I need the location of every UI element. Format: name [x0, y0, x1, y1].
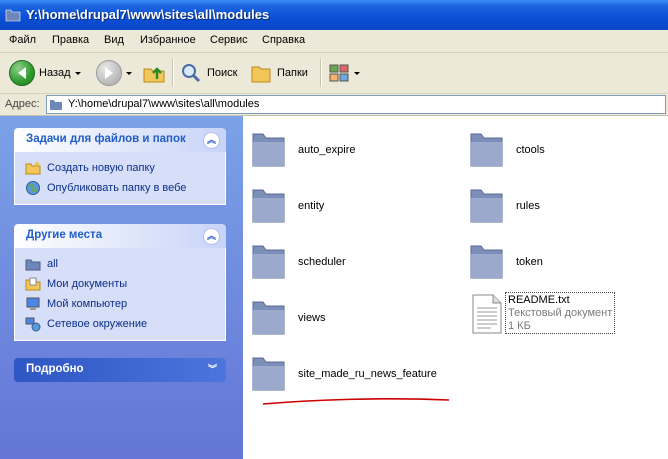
file-size: 1 КБ	[508, 320, 531, 332]
folder-icon	[252, 133, 285, 167]
address-field[interactable]: Y:\home\drupal7\www\sites\all\modules	[46, 95, 666, 114]
title-bar: Y:\home\drupal7\www\sites\all\modules	[0, 0, 668, 30]
folder-icon	[50, 100, 62, 110]
up-folder-button[interactable]	[142, 59, 166, 87]
folder-icon	[252, 357, 285, 391]
file-item-readme[interactable]: README.txt Текстовый документ 1 КБ	[461, 292, 661, 340]
folder-icon	[252, 189, 285, 223]
places-panel: Другие места ︽ all Мои документы Мой ком…	[14, 224, 226, 341]
collapse-icon[interactable]: ︽	[203, 228, 220, 245]
folder-name: site_made_ru_news_feature	[298, 368, 437, 380]
details-panel-header[interactable]: Подробно ︾	[14, 358, 226, 382]
back-label: Назад	[39, 67, 71, 79]
network-icon	[25, 317, 41, 332]
task-pane: Задачи для файлов и папок ︽ Создать нову…	[0, 116, 243, 459]
place-my-documents[interactable]: Мои документы	[25, 274, 225, 294]
address-value: Y:\home\drupal7\www\sites\all\modules	[68, 98, 260, 110]
forward-dropdown-icon[interactable]	[126, 71, 132, 75]
collapse-icon[interactable]: ︽	[203, 132, 220, 149]
place-all[interactable]: all	[25, 254, 225, 274]
folder-item[interactable]: ctools	[461, 122, 661, 170]
task-new-folder[interactable]: Создать новую папку	[25, 158, 225, 178]
folder-item[interactable]: rules	[461, 178, 661, 226]
folder-name: ctools	[516, 144, 545, 156]
menu-bar: Файл Правка Вид Избранное Сервис Справка	[0, 30, 668, 53]
up-folder-icon	[143, 67, 165, 83]
folder-icon	[470, 245, 503, 279]
folder-item[interactable]: views	[243, 290, 443, 338]
publish-web-icon	[26, 181, 40, 195]
folder-item[interactable]: scheduler	[243, 234, 443, 282]
menu-edit[interactable]: Правка	[52, 34, 89, 46]
folder-icon	[470, 189, 503, 223]
menu-favorites[interactable]: Избранное	[140, 34, 196, 46]
window-title: Y:\home\drupal7\www\sites\all\modules	[26, 7, 270, 22]
views-dropdown-icon[interactable]	[354, 71, 360, 75]
file-type: Текстовый документ	[508, 307, 613, 319]
details-panel: Подробно ︾	[14, 358, 226, 382]
task-new-folder-label: Создать новую папку	[47, 162, 155, 174]
folders-button[interactable]: Папки	[250, 59, 308, 87]
place-my-documents-label: Мои документы	[47, 278, 128, 290]
folder-name: token	[516, 256, 543, 268]
places-panel-title: Другие места	[26, 229, 103, 241]
places-panel-header[interactable]: Другие места ︽	[14, 224, 226, 248]
folder-item[interactable]: entity	[243, 178, 443, 226]
back-arrow-icon	[9, 60, 35, 86]
back-button[interactable]: Назад	[9, 59, 81, 87]
task-publish-web-label: Опубликовать папку в вебе	[47, 182, 187, 194]
menu-view[interactable]: Вид	[104, 34, 124, 46]
file-list: auto_expire ctools entity rules schedule…	[243, 116, 668, 459]
folder-icon	[5, 9, 21, 22]
place-network[interactable]: Сетевое окружение	[25, 314, 225, 334]
tasks-panel-title: Задачи для файлов и папок	[26, 133, 186, 145]
my-computer-icon	[26, 297, 40, 310]
new-folder-icon	[25, 161, 41, 175]
folder-name: auto_expire	[298, 144, 356, 156]
folder-icon	[252, 245, 285, 279]
toolbar: Назад Поиск Папки	[0, 53, 668, 94]
place-network-label: Сетевое окружение	[47, 318, 148, 330]
tasks-panel-header[interactable]: Задачи для файлов и папок ︽	[14, 128, 226, 152]
folder-name: rules	[516, 200, 540, 212]
search-icon	[182, 64, 201, 83]
folder-icon	[470, 133, 503, 167]
my-documents-icon	[25, 277, 41, 291]
forward-arrow-icon	[96, 60, 122, 86]
text-file-icon	[472, 294, 502, 334]
search-label: Поиск	[207, 67, 238, 79]
folder-item[interactable]: site_made_ru_news_feature	[243, 346, 483, 394]
views-icon	[329, 64, 349, 82]
views-button[interactable]	[328, 59, 360, 87]
folders-label: Папки	[277, 67, 308, 79]
menu-help[interactable]: Справка	[262, 34, 305, 46]
place-my-computer-label: Мой компьютер	[47, 298, 128, 310]
folder-item[interactable]: token	[461, 234, 661, 282]
folder-name: scheduler	[298, 256, 346, 268]
address-bar: Адрес: Y:\home\drupal7\www\sites\all\mod…	[0, 94, 668, 116]
address-label: Адрес:	[5, 98, 40, 110]
search-button[interactable]: Поиск	[180, 59, 237, 87]
menu-tools[interactable]: Сервис	[210, 34, 248, 46]
place-all-label: all	[47, 258, 59, 270]
folder-icon	[252, 301, 285, 335]
folder-name: views	[298, 312, 326, 324]
place-my-computer[interactable]: Мой компьютер	[25, 294, 225, 314]
forward-button[interactable]	[96, 59, 132, 87]
folder-name: entity	[298, 200, 325, 212]
details-panel-title: Подробно	[26, 363, 84, 375]
red-underline-annotation	[262, 397, 450, 405]
task-publish-web[interactable]: Опубликовать папку в вебе	[25, 178, 225, 198]
file-name: README.txt	[508, 294, 570, 306]
expand-icon[interactable]: ︾	[205, 362, 220, 377]
folders-icon	[251, 66, 271, 83]
back-dropdown-icon[interactable]	[74, 71, 81, 75]
tasks-panel: Задачи для файлов и папок ︽ Создать нову…	[14, 128, 226, 205]
menu-file[interactable]: Файл	[9, 34, 36, 46]
folder-item[interactable]: auto_expire	[243, 122, 443, 170]
folder-icon	[25, 259, 41, 271]
